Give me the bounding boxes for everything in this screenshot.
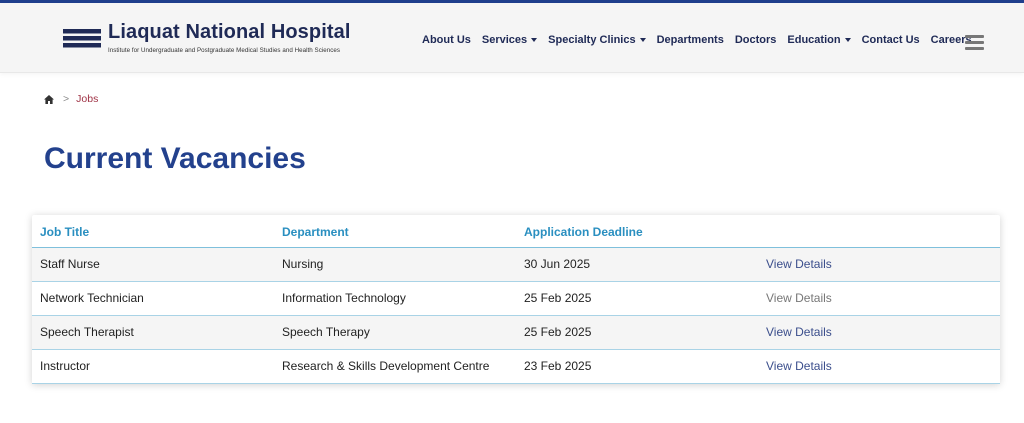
column-header-deadline: Application Deadline bbox=[516, 215, 758, 248]
vacancies-table: Job Title Department Application Deadlin… bbox=[32, 215, 1000, 384]
job-title-cell: Speech Therapist bbox=[32, 315, 274, 350]
column-header-job-title: Job Title bbox=[32, 215, 274, 248]
deadline-cell: 23 Feb 2025 bbox=[516, 349, 758, 384]
deadline-cell: 30 Jun 2025 bbox=[516, 247, 758, 282]
deadline-cell: 25 Feb 2025 bbox=[516, 315, 758, 350]
caret-down-icon bbox=[531, 38, 538, 42]
view-details-link[interactable]: View Details bbox=[766, 257, 832, 271]
view-details-link[interactable]: View Details bbox=[766, 325, 832, 339]
view-details-link[interactable]: View Details bbox=[766, 359, 832, 373]
view-details-link[interactable]: View Details bbox=[766, 291, 832, 305]
table-header-row: Job Title Department Application Deadlin… bbox=[32, 215, 1000, 248]
column-header-department: Department bbox=[274, 215, 516, 248]
nav-specialty-clinics[interactable]: Specialty Clinics bbox=[548, 34, 646, 46]
department-cell: Information Technology bbox=[274, 281, 516, 316]
table-row: Instructor Research & Skills Development… bbox=[32, 349, 1000, 384]
deadline-cell: 25 Feb 2025 bbox=[516, 281, 758, 316]
job-title-cell: Staff Nurse bbox=[32, 247, 274, 282]
crescent-logo-icon bbox=[47, 17, 101, 63]
caret-down-icon bbox=[844, 38, 851, 42]
nav-services[interactable]: Services bbox=[482, 34, 538, 46]
column-header-action bbox=[758, 215, 1000, 248]
hospital-tagline: Institute for Undergraduate and Postgrad… bbox=[108, 47, 341, 54]
home-icon[interactable] bbox=[44, 94, 54, 104]
job-title-cell: Instructor bbox=[32, 349, 274, 384]
department-cell: Research & Skills Development Centre bbox=[274, 349, 516, 384]
hospital-logo[interactable]: Liaquat National Hospital Institute for … bbox=[44, 15, 364, 65]
nav-education[interactable]: Education bbox=[787, 34, 851, 46]
nav-doctors[interactable]: Doctors bbox=[735, 34, 777, 46]
breadcrumb-current[interactable]: Jobs bbox=[76, 93, 98, 105]
hamburger-icon[interactable] bbox=[965, 35, 984, 51]
vacancies-table-card: Job Title Department Application Deadlin… bbox=[32, 215, 1000, 384]
department-cell: Speech Therapy bbox=[274, 315, 516, 350]
site-header: Liaquat National Hospital Institute for … bbox=[0, 3, 1024, 73]
table-row: Speech Therapist Speech Therapy 25 Feb 2… bbox=[32, 315, 1000, 350]
job-title-cell: Network Technician bbox=[32, 281, 274, 316]
main-navigation: About Us Services Specialty Clinics Depa… bbox=[422, 32, 983, 48]
breadcrumb: > Jobs bbox=[44, 93, 98, 105]
nav-about-us[interactable]: About Us bbox=[422, 34, 471, 46]
nav-contact-us[interactable]: Contact Us bbox=[862, 34, 920, 46]
hospital-name: Liaquat National Hospital bbox=[108, 21, 351, 43]
table-row: Staff Nurse Nursing 30 Jun 2025 View Det… bbox=[32, 247, 1000, 282]
department-cell: Nursing bbox=[274, 247, 516, 282]
caret-down-icon bbox=[639, 38, 646, 42]
nav-departments[interactable]: Departments bbox=[657, 34, 724, 46]
page-title: Current Vacancies bbox=[44, 142, 306, 175]
table-row: Network Technician Information Technolog… bbox=[32, 281, 1000, 316]
breadcrumb-separator: > bbox=[63, 93, 70, 105]
